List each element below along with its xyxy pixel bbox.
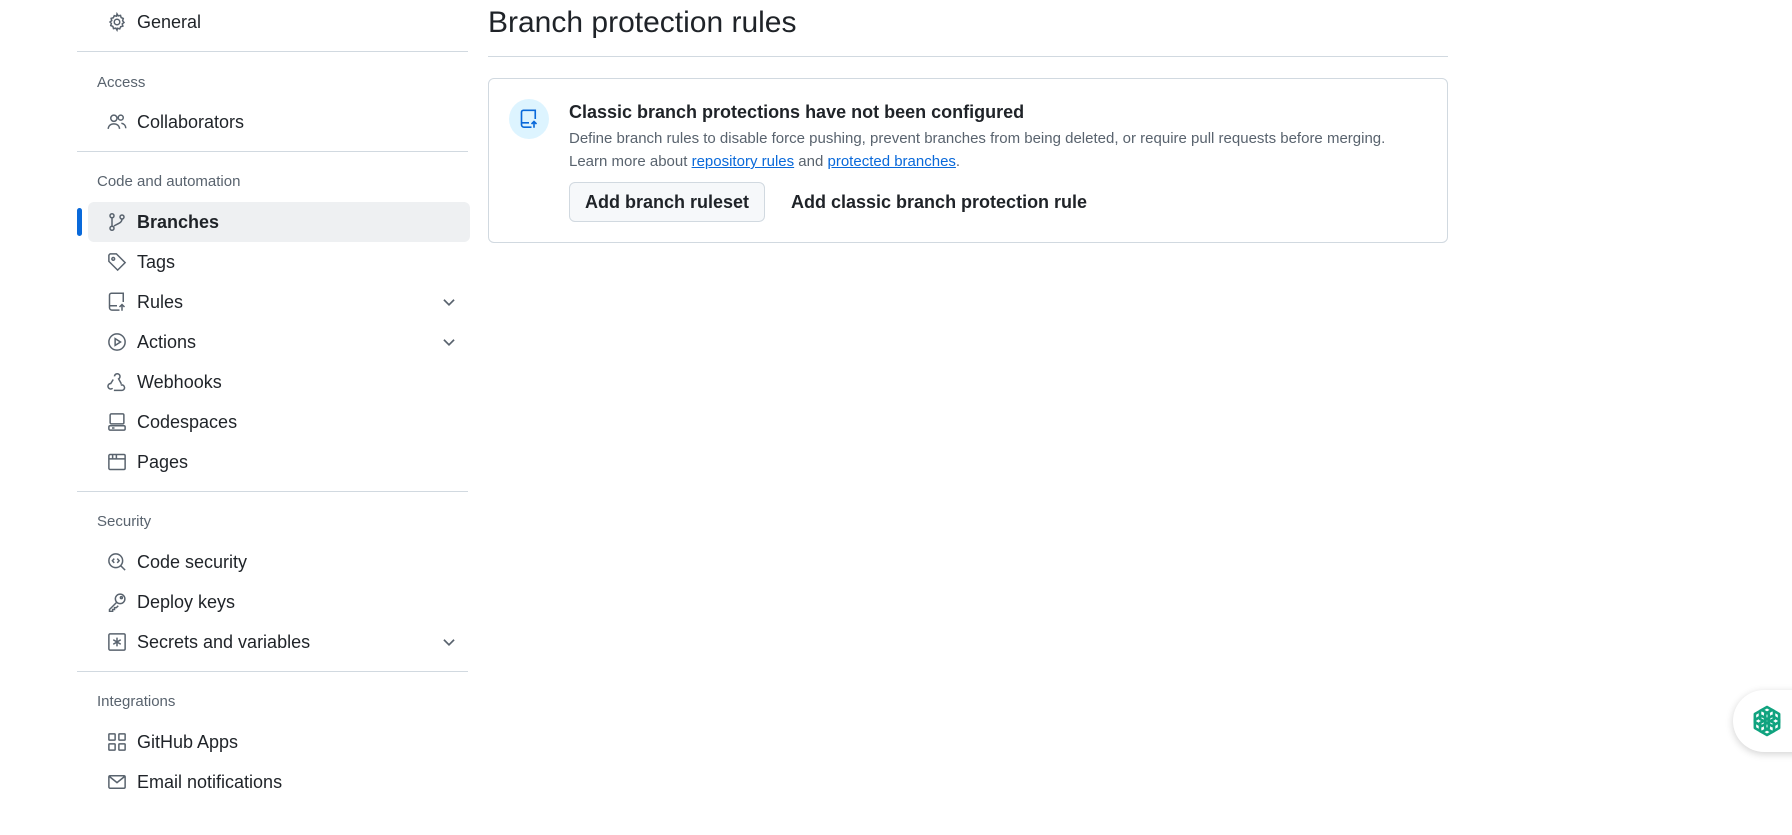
sidebar-item-label: Webhooks (137, 371, 222, 392)
mail-icon (107, 772, 127, 792)
sidebar-item-deploy-keys[interactable]: Deploy keys (88, 582, 470, 622)
sidebar-item-actions[interactable]: Actions (88, 322, 470, 362)
sidebar-item-label: Code security (137, 551, 248, 572)
learn-more-and: and (794, 153, 828, 170)
sidebar-item-collaborators[interactable]: Collaborators (88, 102, 470, 142)
sidebar-item-code-security[interactable]: Code security (88, 542, 470, 582)
sidebar-item-secrets-and-variables[interactable]: Secrets and variables (88, 622, 470, 662)
learn-more-prefix: Learn more about (569, 153, 692, 170)
assistant-launcher-button[interactable] (1733, 690, 1792, 752)
people-icon (107, 112, 127, 132)
empty-state-title: Classic branch protections have not been… (569, 102, 1025, 122)
codescan-icon (107, 552, 127, 572)
sidebar-item-tags[interactable]: Tags (88, 242, 470, 282)
sidebar-item-pages[interactable]: Pages (88, 442, 470, 482)
sidebar-item-label: Pages (137, 451, 189, 472)
sidebar-divider (77, 671, 468, 672)
sidebar-item-label: Codespaces (137, 411, 238, 432)
add-branch-ruleset-button[interactable]: Add branch ruleset (569, 182, 766, 222)
section-heading-code-automation: Code and automation (97, 173, 241, 190)
repository-rules-link[interactable]: repository rules (692, 153, 795, 170)
apps-icon (107, 732, 127, 752)
section-heading-security: Security (97, 513, 152, 530)
section-heading-access: Access (97, 74, 146, 91)
sidebar-item-label: Branches (137, 211, 220, 232)
codespaces-icon (107, 412, 127, 432)
chevron-down-icon[interactable] (440, 333, 458, 351)
key-asterisk-icon (107, 632, 127, 652)
empty-state-card: Classic branch protections have not been… (488, 78, 1448, 243)
openai-logo-icon (1753, 705, 1781, 737)
sidebar-item-label: Secrets and variables (137, 631, 311, 652)
sidebar-divider (77, 151, 468, 152)
sidebar-item-github-apps[interactable]: GitHub Apps (88, 722, 470, 762)
sidebar-item-label: Tags (137, 251, 176, 272)
page-title: Branch protection rules (488, 6, 797, 39)
sidebar-item-rules[interactable]: Rules (88, 282, 470, 322)
learn-more-suffix: . (955, 153, 961, 170)
key-icon (107, 592, 127, 612)
sidebar-item-label: GitHub Apps (137, 731, 239, 752)
repo-push-icon (509, 99, 549, 139)
git-branch-icon (107, 212, 127, 232)
sidebar-item-label: General (137, 11, 202, 32)
sidebar-item-label: Deploy keys (137, 591, 236, 612)
webhook-icon (107, 372, 127, 392)
description-line: Define branch rules to disable force pus… (569, 130, 1386, 147)
sidebar-item-branches[interactable]: Branches (77, 202, 470, 242)
chevron-down-icon[interactable] (440, 633, 458, 651)
sidebar-item-general[interactable]: General (88, 2, 470, 42)
repo-push-icon (107, 292, 127, 312)
sidebar-item-label: Actions (137, 331, 197, 352)
sidebar-item-label: Rules (137, 291, 184, 312)
section-heading-integrations: Integrations (97, 693, 176, 710)
sidebar-divider (77, 491, 468, 492)
add-classic-protection-rule-button[interactable]: Add classic branch protection rule (779, 182, 1099, 222)
sidebar-item-email-notifications[interactable]: Email notifications (88, 762, 470, 802)
sidebar-item-codespaces[interactable]: Codespaces (88, 402, 470, 442)
sidebar-item-webhooks[interactable]: Webhooks (88, 362, 470, 402)
sidebar-item-label: Collaborators (137, 111, 245, 132)
gear-icon (107, 12, 127, 32)
play-icon (107, 332, 127, 352)
empty-state-description: Define branch rules to disable force pus… (569, 127, 1385, 173)
protected-branches-link[interactable]: protected branches (828, 153, 956, 170)
description-line: Learn more about repository rules and pr… (569, 150, 1385, 173)
browser-icon (107, 452, 127, 472)
chevron-down-icon[interactable] (440, 293, 458, 311)
title-divider (488, 56, 1448, 57)
sidebar-divider (77, 51, 468, 52)
tag-icon (107, 252, 127, 272)
sidebar-item-label: Email notifications (137, 771, 283, 792)
